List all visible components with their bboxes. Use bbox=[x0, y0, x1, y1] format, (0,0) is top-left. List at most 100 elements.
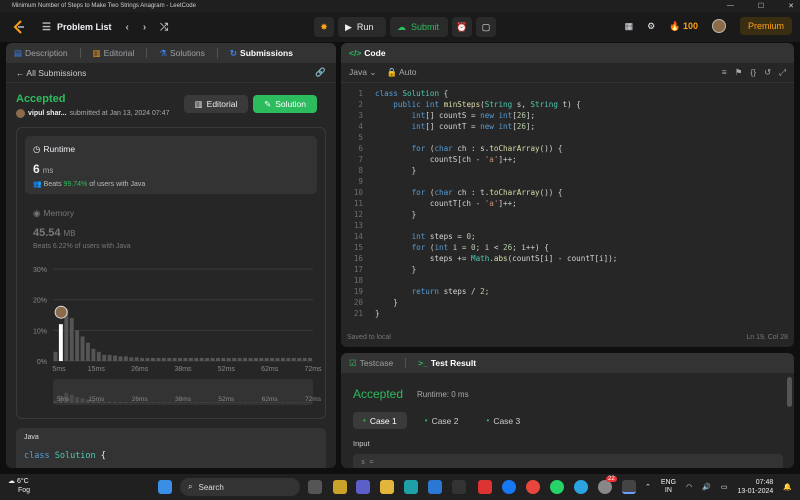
case-tab[interactable]: • Case 3 bbox=[477, 412, 531, 429]
histogram-bar bbox=[75, 330, 80, 361]
histogram-bar bbox=[156, 357, 161, 361]
tab-description[interactable]: ▤ Description bbox=[14, 48, 68, 59]
avatar[interactable] bbox=[711, 19, 726, 33]
code-line: for (char ch : t.toCharArray()) { bbox=[411, 188, 563, 197]
x-tick-label: 38ms bbox=[174, 366, 192, 373]
taskbar-search[interactable]: ⌕ Search bbox=[180, 478, 300, 496]
tab-test-result[interactable]: >_ Test Result bbox=[418, 358, 476, 368]
language-indicator[interactable]: ENG IN bbox=[661, 479, 676, 495]
reset-icon[interactable]: ↺ bbox=[764, 67, 771, 78]
teams-icon[interactable] bbox=[356, 480, 370, 494]
edge-icon[interactable] bbox=[404, 480, 418, 494]
windows-start-icon[interactable] bbox=[158, 480, 172, 494]
x-tick-label: 62ms bbox=[261, 366, 279, 373]
tab-editorial[interactable]: ▥ Editorial bbox=[93, 48, 135, 59]
case-tab[interactable]: • Case 1 bbox=[353, 412, 407, 429]
leetcode-logo-icon[interactable] bbox=[12, 20, 26, 34]
overview-tick-label: 72ms bbox=[305, 396, 322, 403]
histogram-bar bbox=[248, 357, 253, 361]
histogram-bar bbox=[286, 357, 291, 361]
solution-button[interactable]: ✎ Solution bbox=[253, 95, 317, 113]
line-number: 13 bbox=[353, 221, 363, 230]
all-submissions-link[interactable]: ← All Submissions bbox=[16, 68, 86, 78]
runtime-distribution-chart[interactable]: 30% 20% 10% 0% 5ms 15ms 26ms 38ms 52ms 62ms 72ms 5m… bbox=[17, 263, 327, 413]
code-editor[interactable]: 1 class Solution { 2 public int minSteps… bbox=[341, 87, 794, 319]
taskview-icon[interactable] bbox=[308, 480, 322, 494]
histogram-bar bbox=[183, 357, 188, 361]
book-icon: ▥ bbox=[194, 98, 203, 109]
overview-bar bbox=[118, 402, 123, 403]
submit-button[interactable]: ☁ Submit bbox=[390, 17, 448, 37]
prev-problem-icon[interactable]: ‹ bbox=[125, 22, 128, 33]
list-icon[interactable]: ☰ bbox=[42, 22, 51, 33]
align-icon[interactable]: ≡ bbox=[722, 67, 727, 78]
editorial-button[interactable]: ▥ Editorial bbox=[184, 95, 248, 113]
notifications-icon[interactable]: 🔔 bbox=[783, 483, 792, 491]
leetcode-taskbar-icon[interactable] bbox=[622, 480, 636, 494]
link-icon[interactable]: 🔗 bbox=[315, 67, 326, 78]
fullscreen-icon[interactable]: ⤢ bbox=[779, 67, 786, 78]
braces-icon[interactable]: {} bbox=[750, 67, 756, 78]
tab-code[interactable]: </> Code bbox=[349, 48, 386, 58]
overview-bar bbox=[80, 398, 85, 403]
tab-testcase[interactable]: ☑ Testcase bbox=[349, 358, 393, 369]
document-icon: ▤ bbox=[14, 47, 23, 58]
case-tabs: • Case 1 • Case 2 • Case 3 bbox=[353, 412, 530, 429]
memory-card[interactable]: ◉ Memory 45.54 MB Beats 6.22% of users wit… bbox=[33, 208, 131, 250]
username[interactable]: vipul shar... bbox=[28, 110, 67, 117]
files-icon[interactable] bbox=[333, 480, 347, 494]
x-tick-label: 15ms bbox=[88, 366, 106, 373]
histogram-bar bbox=[107, 354, 112, 361]
office-icon[interactable] bbox=[478, 480, 492, 494]
submission-status: Accepted bbox=[16, 93, 66, 105]
case-tab[interactable]: • Case 2 bbox=[415, 412, 469, 429]
minimize-icon[interactable]: — bbox=[727, 2, 734, 10]
run-button[interactable]: ▶ Run bbox=[338, 17, 386, 37]
runtime-card[interactable]: ◷ Runtime 6 ms 👥 Beats 99.74% of users wit… bbox=[25, 136, 317, 194]
facebook-icon[interactable] bbox=[502, 480, 516, 494]
tab-solutions[interactable]: ⚗ Solutions bbox=[159, 48, 205, 59]
store-icon[interactable] bbox=[428, 480, 442, 494]
language-select[interactable]: Java ⌄ bbox=[349, 67, 376, 78]
telegram-icon[interactable] bbox=[574, 480, 588, 494]
weather-widget[interactable]: ☁ 6°C Fog bbox=[8, 477, 30, 495]
volume-icon[interactable]: 🔊 bbox=[702, 483, 711, 491]
next-problem-icon[interactable]: › bbox=[143, 22, 146, 33]
autocomplete-toggle[interactable]: 🔒 Auto bbox=[386, 67, 416, 78]
overview-bar bbox=[205, 402, 210, 403]
debug-button[interactable]: ✸ bbox=[314, 17, 334, 37]
layout-icon[interactable]: ▦ bbox=[625, 21, 634, 32]
explorer-icon[interactable] bbox=[380, 480, 394, 494]
notes-button[interactable]: ▢ bbox=[476, 17, 496, 37]
maximize-icon[interactable]: ☐ bbox=[758, 2, 764, 10]
clock[interactable]: 07:48 13-01-2024 bbox=[737, 478, 773, 496]
arrow-left-icon: ← bbox=[16, 67, 25, 78]
memory-value: 45.54 MB bbox=[33, 227, 76, 239]
shuffle-icon[interactable]: ⤮ bbox=[160, 22, 168, 33]
close-icon[interactable]: ✕ bbox=[788, 2, 794, 10]
tab-submissions[interactable]: ↻ Submissions bbox=[230, 48, 293, 59]
save-status: Saved to local bbox=[347, 334, 391, 341]
chrome-icon[interactable] bbox=[526, 480, 540, 494]
timer-button[interactable]: ⏰ bbox=[452, 17, 472, 37]
histogram-bar bbox=[210, 357, 215, 361]
notification-app-icon[interactable] bbox=[598, 480, 612, 494]
problem-list-link[interactable]: Problem List bbox=[57, 22, 112, 32]
scrollbar[interactable] bbox=[787, 377, 792, 407]
gear-icon[interactable]: ⚙ bbox=[647, 21, 655, 32]
line-number: 9 bbox=[358, 177, 363, 186]
streak-counter[interactable]: 🔥 100 bbox=[669, 21, 698, 32]
chevron-up-icon[interactable]: ⌃ bbox=[645, 483, 651, 491]
y-tick-label: 20% bbox=[33, 298, 47, 305]
line-number: 10 bbox=[353, 188, 363, 197]
whatsapp-icon[interactable] bbox=[550, 480, 564, 494]
histogram-bar bbox=[91, 348, 96, 361]
bookmark-icon[interactable]: ⚑ bbox=[735, 67, 743, 78]
app-icon[interactable] bbox=[452, 480, 466, 494]
premium-button[interactable]: Premium bbox=[739, 17, 792, 35]
runtime-value: 6 ms bbox=[33, 162, 54, 176]
search-icon: ⌕ bbox=[188, 482, 193, 491]
battery-icon[interactable]: ▭ bbox=[721, 483, 728, 491]
wifi-icon[interactable]: ◠ bbox=[686, 483, 692, 491]
memory-beats: Beats 6.22% of users with Java bbox=[33, 243, 131, 250]
